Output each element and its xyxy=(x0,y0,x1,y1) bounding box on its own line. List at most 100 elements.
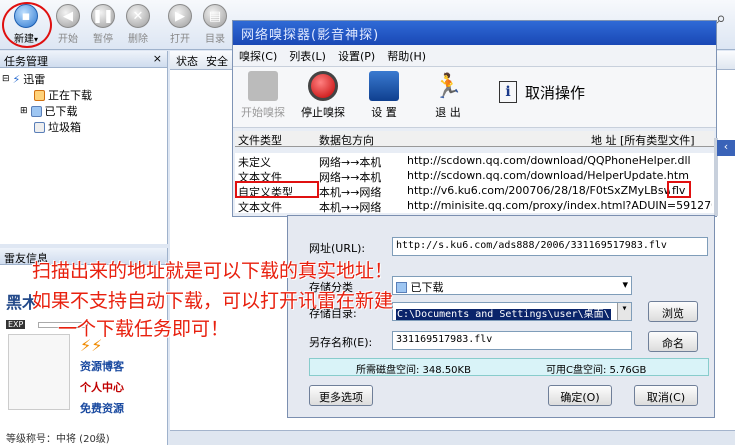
play-icon: ◀ xyxy=(56,4,80,28)
address-column[interactable]: 地 址 [所有类型文件] xyxy=(591,132,695,148)
stop-sniff-button[interactable]: 停止嗅探 xyxy=(301,71,345,120)
category-select[interactable]: 已下载 ▾ xyxy=(392,276,632,295)
level-text: 等级称号：中将 (20级) xyxy=(6,434,110,445)
direction-column[interactable]: 数据包方向 xyxy=(319,132,374,148)
tree-item-downloading[interactable]: 正在下载 xyxy=(34,87,92,103)
sniffer-menubar: 嗅探(C) 列表(L) 设置(P) 帮助(H) xyxy=(233,45,716,66)
disk-free-text: 可用C盘空间: 5.76GB xyxy=(546,365,647,376)
row-direction: 本机→→网络 xyxy=(319,201,382,214)
sniffer-toolbar: 开始嗅探 停止嗅探 设 置 🏃 退 出 i 取消操作 xyxy=(233,66,716,128)
type-highlight-box xyxy=(235,181,319,198)
search-icon[interactable]: ⌕ xyxy=(716,8,726,29)
folder-icon: ▤ xyxy=(203,4,227,28)
cancel-button[interactable]: 取消(C) xyxy=(634,385,698,406)
tree-item-trash[interactable]: 垃圾箱 xyxy=(34,119,81,135)
close-icon[interactable]: × xyxy=(153,52,162,65)
menu-help[interactable]: 帮助(H) xyxy=(387,48,426,63)
task-manager-panel: 任务管理 × ⊟ ⚡ 迅雷 正在下载 ⊞ 已下载 垃圾箱 xyxy=(0,51,168,244)
table-row[interactable]: 文本文件 本机→→网络 http://minisite.qq.com/proxy… xyxy=(235,198,714,214)
chevron-down-icon: ▾ xyxy=(617,303,631,320)
avatar xyxy=(8,334,70,410)
sniffer-window: 网络嗅探器(影音神探) 嗅探(C) 列表(L) 设置(P) 帮助(H) 开始嗅探… xyxy=(232,20,718,217)
downloaded-icon xyxy=(30,105,42,117)
delete-button[interactable]: ✕ 删除 xyxy=(118,4,158,48)
category-value: 已下载 xyxy=(410,281,444,294)
settings-button[interactable]: 设 置 xyxy=(369,71,399,120)
pause-label: 暂停 xyxy=(93,34,113,45)
sniffer-title: 网络嗅探器(影音神探) xyxy=(233,21,716,45)
ok-button[interactable]: 确定(O) xyxy=(548,385,612,406)
start-label: 开始 xyxy=(58,34,78,45)
task-panel-header: 任务管理 × xyxy=(0,51,167,68)
personal-center-link[interactable]: 个人中心 xyxy=(80,379,124,395)
tree-root[interactable]: ⊟ ⚡ 迅雷 xyxy=(2,71,45,87)
directory-button[interactable]: ▤ 目录 xyxy=(195,4,235,48)
new-task-dialog: 网址(URL): http://s.ku6.com/ads888/2006/33… xyxy=(287,215,715,418)
task-panel-title: 任务管理 xyxy=(4,55,48,68)
computer-icon xyxy=(248,71,278,101)
start-sniff-label: 开始嗅探 xyxy=(241,106,285,119)
directory-select[interactable]: C:\Documents and Settings\user\桌面\ ▾ xyxy=(392,302,632,321)
settings-label: 设 置 xyxy=(371,106,397,119)
downloaded-icon xyxy=(396,282,407,293)
sniffer-grid-header: 文件类型 数据包方向 地 址 [所有类型文件] xyxy=(235,131,714,147)
open-label: 打开 xyxy=(170,34,190,45)
open-arrow-icon: ▶ xyxy=(168,4,192,28)
annotation-line-2: 如果不支持自动下载，可以打开讯雷在新建 xyxy=(32,290,394,312)
directory-value: C:\Documents and Settings\user\桌面\ xyxy=(396,309,611,320)
extension-highlight-box xyxy=(667,181,691,198)
disk-needed-text: 所需磁盘空间: 348.50KB xyxy=(356,365,471,376)
delete-icon: ✕ xyxy=(126,4,150,28)
downloading-icon xyxy=(34,89,45,101)
info-icon: i xyxy=(499,81,517,103)
tree-item-label: 已下载 xyxy=(44,105,78,118)
cancel-operation-button[interactable]: i 取消操作 xyxy=(499,81,585,103)
chevron-down-icon: ▾ xyxy=(622,278,628,291)
free-resources-link[interactable]: 免费资源 xyxy=(80,400,124,416)
cancel-operation-label: 取消操作 xyxy=(525,83,586,102)
exit-button[interactable]: 🏃 退 出 xyxy=(433,71,463,120)
tree-item-label: 正在下载 xyxy=(48,89,92,102)
row-address: http://scdown.qq.com/download/QQPhoneHel… xyxy=(407,154,691,167)
annotation-line-3: 一个下载任务即可！ xyxy=(58,318,230,340)
exit-label: 退 出 xyxy=(435,106,461,119)
status-column[interactable]: 状态 xyxy=(176,53,198,69)
menu-list[interactable]: 列表(L) xyxy=(289,48,326,63)
tree-item-downloaded[interactable]: ⊞ 已下载 xyxy=(20,103,78,119)
security-column[interactable]: 安全 xyxy=(206,53,228,69)
row-type: 文本文件 xyxy=(238,201,282,214)
open-button[interactable]: ▶ 打开 xyxy=(160,4,200,48)
menu-settings[interactable]: 设置(P) xyxy=(338,48,375,63)
saveas-field[interactable]: 331169517983.flv xyxy=(392,331,632,350)
row-address: http://v6.ku6.com/200706/28/18/F0tSxZMyL… xyxy=(407,184,670,197)
url-field[interactable]: http://s.ku6.com/ads888/2006/33116951798… xyxy=(392,237,708,256)
thunder-icon: ⚡ xyxy=(12,72,21,86)
pause-button[interactable]: ❚❚ 暂停 xyxy=(83,4,123,48)
status-bar xyxy=(170,430,735,445)
start-sniff-button[interactable]: 开始嗅探 xyxy=(241,71,285,120)
toolbox-icon xyxy=(369,71,399,101)
tree-item-label: 垃圾箱 xyxy=(48,121,81,134)
annotation-line-1: 扫描出来的地址就是可以下载的真实地址！ xyxy=(32,260,394,282)
type-column[interactable]: 文件类型 xyxy=(238,132,282,148)
delete-label: 删除 xyxy=(128,34,148,45)
highlight-circle xyxy=(2,2,52,48)
rename-button[interactable]: 命名 xyxy=(648,331,698,352)
stop-icon xyxy=(308,71,338,101)
exp-badge: EXP xyxy=(6,320,26,329)
collapse-arrow-icon[interactable]: ‹ xyxy=(717,140,735,156)
saveas-label: 另存名称(E): xyxy=(309,336,373,349)
browse-button[interactable]: 浏览 xyxy=(648,301,698,322)
start-button[interactable]: ◀ 开始 xyxy=(48,4,88,48)
directory-label: 目录 xyxy=(205,34,225,45)
trash-icon xyxy=(34,121,45,133)
table-row[interactable]: 未定义 网络→→本机 http://scdown.qq.com/download… xyxy=(235,153,714,169)
stop-sniff-label: 停止嗅探 xyxy=(301,106,345,119)
tree-root-label: 迅雷 xyxy=(23,73,46,86)
row-address: http://minisite.qq.com/proxy/index.html?… xyxy=(407,199,712,212)
pause-icon: ❚❚ xyxy=(91,4,115,28)
resource-blog-link[interactable]: 资源博客 xyxy=(80,358,124,374)
menu-sniff[interactable]: 嗅探(C) xyxy=(239,48,277,63)
url-label: 网址(URL): xyxy=(309,242,366,255)
more-options-button[interactable]: 更多选项 xyxy=(309,385,373,406)
